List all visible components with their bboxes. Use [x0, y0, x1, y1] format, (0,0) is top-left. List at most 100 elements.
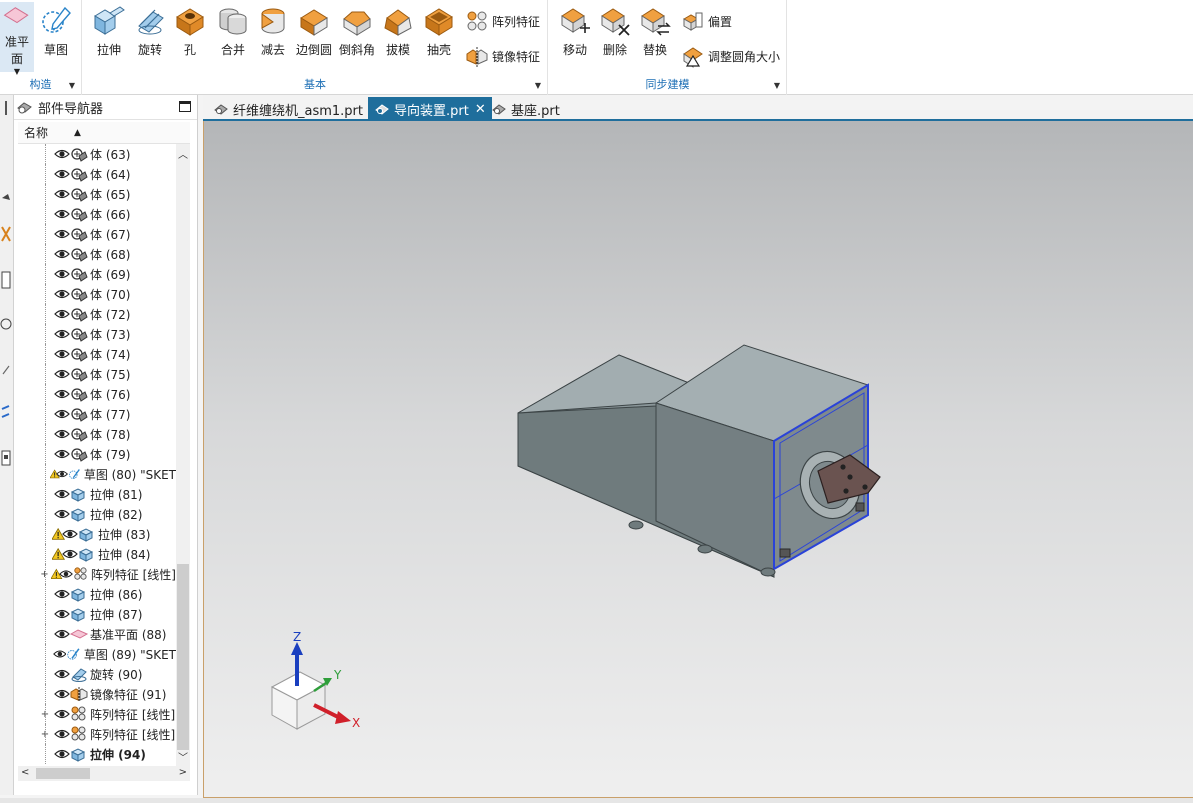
- visibility-eye-icon[interactable]: [54, 728, 70, 740]
- group-launcher-icon[interactable]: ▼: [535, 81, 541, 90]
- visibility-eye-icon[interactable]: [62, 548, 78, 560]
- pattern-feature-button[interactable]: 阵列特征: [465, 9, 540, 33]
- visibility-eye-icon[interactable]: [54, 148, 70, 160]
- draft-button[interactable]: 拔模: [378, 4, 418, 62]
- scroll-down-icon[interactable]: ﹀: [178, 749, 188, 764]
- web-browser-tab-icon[interactable]: [0, 313, 12, 335]
- visibility-eye-icon[interactable]: [54, 368, 70, 380]
- tree-row[interactable]: 体 (64): [18, 164, 176, 184]
- visibility-eye-icon[interactable]: [54, 428, 70, 440]
- visibility-eye-icon[interactable]: [54, 168, 70, 180]
- scroll-up-icon[interactable]: ︿: [178, 146, 188, 161]
- revolve-button[interactable]: 旋转: [130, 4, 170, 62]
- tab-base[interactable]: 基座.prt: [485, 97, 566, 121]
- visibility-eye-icon[interactable]: [54, 308, 70, 320]
- process-studio-tab-icon[interactable]: [0, 401, 12, 423]
- model-view[interactable]: Z Y X: [204, 121, 1193, 798]
- shell-button[interactable]: 抽壳: [419, 4, 459, 62]
- visibility-eye-icon[interactable]: [54, 748, 70, 760]
- tree-row[interactable]: 拉伸 (86): [18, 584, 176, 604]
- visibility-eye-icon[interactable]: [54, 208, 70, 220]
- scrollbar-thumb[interactable]: [36, 768, 90, 779]
- tree-row[interactable]: 体 (65): [18, 184, 176, 204]
- visibility-eye-icon[interactable]: [54, 408, 70, 420]
- visibility-eye-icon[interactable]: [54, 388, 70, 400]
- tree-row[interactable]: 体 (75): [18, 364, 176, 384]
- sketch-button[interactable]: 草图: [36, 4, 76, 62]
- resize-blend-button[interactable]: 调整圆角大小: [681, 44, 780, 68]
- visibility-eye-icon[interactable]: [59, 568, 73, 580]
- tree-row[interactable]: 体 (78): [18, 424, 176, 444]
- tree-row[interactable]: 体 (77): [18, 404, 176, 424]
- extrude-button[interactable]: 拉伸: [89, 4, 129, 62]
- tree-row[interactable]: 体 (70): [18, 284, 176, 304]
- visibility-eye-icon[interactable]: [54, 268, 70, 280]
- tab-asm1[interactable]: 纤维缠绕机_asm1.prt: [207, 97, 369, 121]
- offset-region-button[interactable]: 偏置: [681, 9, 732, 33]
- tree-row[interactable]: 体 (69): [18, 264, 176, 284]
- visibility-eye-icon[interactable]: [54, 688, 70, 700]
- visibility-eye-icon[interactable]: [54, 448, 70, 460]
- name-column-header[interactable]: 名称 ▲: [18, 122, 190, 144]
- maximize-panel-icon[interactable]: [179, 101, 191, 112]
- reuse-library-tab-icon[interactable]: [0, 269, 12, 291]
- visibility-eye-icon[interactable]: [62, 528, 78, 540]
- tree-row[interactable]: 草图 (89) "SKET: [18, 644, 176, 664]
- tree-row[interactable]: 体 (74): [18, 344, 176, 364]
- visibility-eye-icon[interactable]: [54, 248, 70, 260]
- group-launcher-icon[interactable]: ▼: [69, 81, 75, 90]
- visibility-eye-icon[interactable]: [54, 328, 70, 340]
- delete-face-button[interactable]: 删除: [595, 4, 635, 62]
- scroll-right-icon[interactable]: >: [179, 767, 187, 778]
- tree-row[interactable]: + 阵列特征 [线性]: [18, 704, 176, 724]
- tree-row[interactable]: 拉伸 (82): [18, 504, 176, 524]
- scrollbar-thumb[interactable]: [177, 564, 189, 750]
- edge-blend-button[interactable]: 边倒圆: [294, 4, 334, 62]
- tree-row[interactable]: 拉伸 (94): [18, 744, 176, 764]
- tree-row[interactable]: 拉伸 (81): [18, 484, 176, 504]
- datum-plane-button[interactable]: 准平面 ▼: [0, 2, 34, 76]
- constraint-navigator-tab-icon[interactable]: [0, 223, 12, 245]
- tree-row[interactable]: 体 (66): [18, 204, 176, 224]
- tree-row[interactable]: 基准平面 (88): [18, 624, 176, 644]
- guide-device-model[interactable]: [517, 344, 881, 578]
- tree-row[interactable]: 镜像特征 (91): [18, 684, 176, 704]
- tree-row[interactable]: 旋转 (90): [18, 664, 176, 684]
- tree-row[interactable]: 拉伸 (83): [18, 524, 176, 544]
- tree-row[interactable]: 拉伸 (87): [18, 604, 176, 624]
- view-triad[interactable]: Z Y X: [270, 630, 360, 730]
- tree-row[interactable]: 体 (68): [18, 244, 176, 264]
- replace-face-button[interactable]: 替换: [635, 4, 675, 62]
- tree-row[interactable]: + 阵列特征 [线性]: [18, 724, 176, 744]
- roles-tab-icon[interactable]: [0, 447, 12, 469]
- move-face-button[interactable]: 移动: [555, 4, 595, 62]
- tab-guide-device[interactable]: 导向装置.prt ✕: [368, 97, 492, 121]
- history-tab-icon[interactable]: [0, 359, 12, 381]
- visibility-eye-icon[interactable]: [54, 348, 70, 360]
- visibility-eye-icon[interactable]: [54, 668, 70, 680]
- visibility-eye-icon[interactable]: [54, 588, 70, 600]
- visibility-eye-icon[interactable]: [54, 628, 70, 640]
- scroll-left-icon[interactable]: <: [21, 767, 29, 778]
- tree-row[interactable]: 体 (72): [18, 304, 176, 324]
- tree-row[interactable]: 体 (76): [18, 384, 176, 404]
- visibility-eye-icon[interactable]: [56, 468, 69, 480]
- part-navigator-tab-icon[interactable]: [0, 187, 12, 209]
- graphics-window[interactable]: Z Y X: [203, 121, 1193, 798]
- hole-button[interactable]: 孔: [170, 4, 210, 62]
- visibility-eye-icon[interactable]: [54, 288, 70, 300]
- visibility-eye-icon[interactable]: [54, 228, 70, 240]
- visibility-eye-icon[interactable]: [54, 608, 70, 620]
- tree-row[interactable]: 体 (67): [18, 224, 176, 244]
- visibility-eye-icon[interactable]: [54, 708, 70, 720]
- horizontal-scrollbar[interactable]: < >: [18, 766, 190, 781]
- tree-row[interactable]: 体 (79): [18, 444, 176, 464]
- chamfer-button[interactable]: 倒斜角: [337, 4, 377, 62]
- tree-row[interactable]: 体 (63): [18, 144, 176, 164]
- visibility-eye-icon[interactable]: [54, 188, 70, 200]
- group-launcher-icon[interactable]: ▼: [774, 81, 780, 90]
- tree-row[interactable]: + 阵列特征 [线性]: [18, 564, 176, 584]
- vertical-scrollbar[interactable]: ︿ ﹀: [176, 144, 190, 766]
- visibility-eye-icon[interactable]: [52, 648, 67, 660]
- visibility-eye-icon[interactable]: [54, 488, 70, 500]
